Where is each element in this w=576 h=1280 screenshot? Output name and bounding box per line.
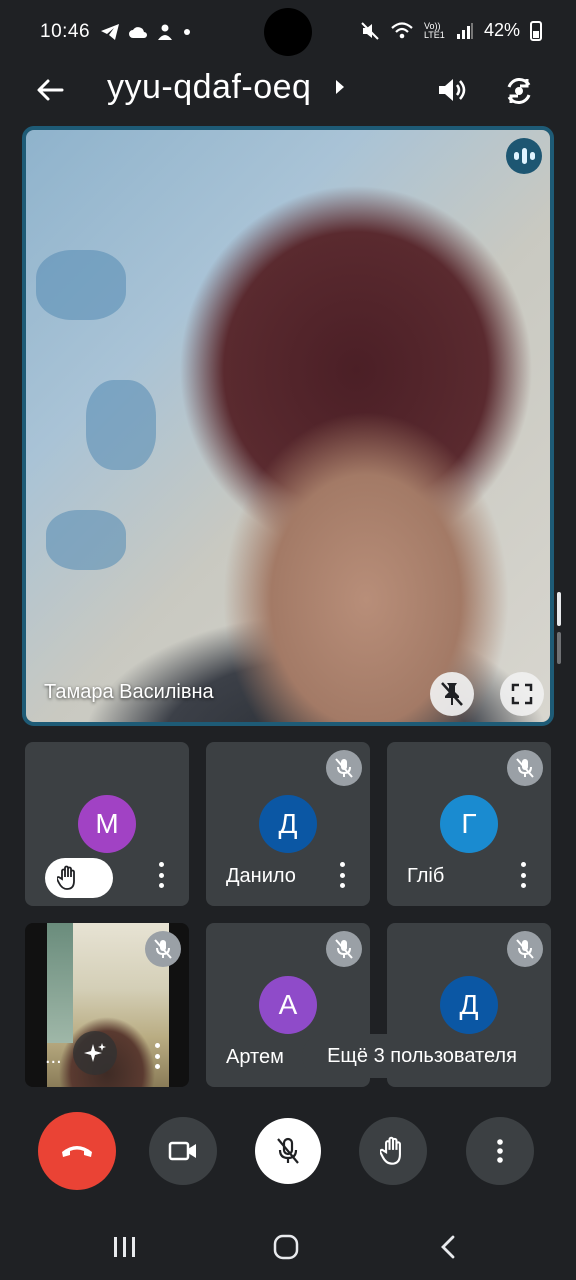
camera-notch: [264, 8, 312, 56]
telegram-icon: [101, 24, 120, 40]
switch-camera-button[interactable]: [498, 70, 540, 112]
speaking-indicator-icon: [506, 138, 542, 174]
person-icon: [158, 24, 173, 40]
avatar-letter: М: [95, 808, 119, 839]
avatar-letter: А: [278, 989, 298, 1020]
status-right: Vo)) LTE1 42%: [360, 20, 542, 41]
wifi-icon: [391, 21, 413, 38]
participant-tile[interactable]: Г Гліб: [387, 742, 551, 906]
unpin-icon: [441, 682, 463, 706]
end-call-button[interactable]: [38, 1112, 116, 1190]
call-top-bar: yyu-qdaf-oeq: [0, 58, 576, 122]
home-button[interactable]: [266, 1232, 306, 1262]
meeting-code-title[interactable]: yyu-qdaf-oeq: [107, 68, 311, 107]
avatar-letter: Г: [461, 808, 477, 839]
avatar: М: [78, 795, 136, 853]
mic-off-icon: [326, 750, 362, 786]
tile-more-options[interactable]: [517, 862, 529, 888]
fullscreen-button[interactable]: [500, 672, 544, 716]
speaker-icon: [439, 79, 466, 101]
tile-more-options[interactable]: [155, 862, 167, 888]
self-name-truncated: ...: [45, 1046, 62, 1068]
raised-hand-chip[interactable]: [45, 858, 113, 898]
video-camera-icon: [168, 1141, 196, 1161]
status-notification-icons: [100, 23, 192, 41]
more-users-button[interactable]: Ещё 3 пользователя: [302, 1034, 542, 1078]
tile-more-options[interactable]: [336, 862, 348, 888]
avatar: А: [259, 976, 317, 1034]
avatar: Д: [259, 795, 317, 853]
speaker-video: [26, 130, 550, 722]
mic-off-icon: [277, 1137, 299, 1164]
mic-off-icon: [507, 750, 543, 786]
participant-name: Артем: [226, 1046, 284, 1068]
avatar-letter: Д: [278, 808, 298, 839]
raise-hand-button[interactable]: [359, 1117, 427, 1185]
unpin-button[interactable]: [430, 672, 474, 716]
effects-button[interactable]: [73, 1031, 117, 1075]
tile-more-options[interactable]: [151, 1043, 163, 1069]
avatar-letter: Д: [459, 989, 479, 1020]
back-nav-button[interactable]: [428, 1232, 468, 1262]
signal-icon: [456, 22, 473, 39]
avatar: Д: [440, 976, 498, 1034]
dot-icon: [184, 29, 191, 35]
home-icon: [273, 1234, 299, 1260]
battery-percent: 42%: [483, 20, 520, 40]
fullscreen-icon: [511, 683, 533, 705]
participant-tile[interactable]: Д Данило: [206, 742, 370, 906]
scroll-indicator-track: [557, 632, 561, 664]
volte-icon: Vo)) LTE1: [423, 20, 445, 40]
more-vert-icon: [497, 1139, 503, 1163]
call-controls: [0, 1112, 576, 1192]
main-speaker-tile[interactable]: Тамара Василівна: [22, 126, 554, 726]
avatar: Г: [440, 795, 498, 853]
raise-hand-icon: [57, 865, 75, 890]
back-chevron-icon: [441, 1235, 455, 1259]
more-options-button[interactable]: [466, 1117, 534, 1185]
hang-up-icon: [62, 1146, 92, 1157]
participant-name: Гліб: [407, 865, 445, 887]
mic-off-icon: [326, 931, 362, 967]
recents-icon: [114, 1237, 135, 1257]
battery-icon: [530, 20, 542, 41]
self-view-tile[interactable]: ...: [25, 923, 189, 1087]
system-navigation-bar: [0, 1214, 576, 1280]
participant-tile[interactable]: М: [25, 742, 189, 906]
camera-toggle-button[interactable]: [149, 1117, 217, 1185]
arrow-back-icon: [37, 79, 64, 101]
cloud-icon: [129, 27, 148, 38]
flip-camera-icon: [507, 78, 531, 104]
mute-icon: [361, 21, 379, 40]
recents-button[interactable]: [105, 1232, 145, 1262]
raise-hand-icon: [380, 1136, 401, 1165]
sparkle-icon: [84, 1043, 106, 1062]
audio-output-button[interactable]: [432, 70, 472, 110]
back-button[interactable]: [32, 72, 68, 108]
main-participant-name: Тамара Василівна: [44, 681, 214, 703]
microphone-toggle-button[interactable]: [255, 1118, 321, 1184]
mic-off-icon: [507, 931, 543, 967]
participant-name: Данило: [226, 865, 296, 887]
scroll-indicator: [557, 592, 561, 626]
status-time: 10:46: [40, 21, 91, 42]
caret-right-icon[interactable]: [334, 78, 346, 96]
status-bar: 10:46 Vo)) LTE1 42%: [0, 0, 576, 64]
mic-off-icon: [145, 931, 181, 967]
